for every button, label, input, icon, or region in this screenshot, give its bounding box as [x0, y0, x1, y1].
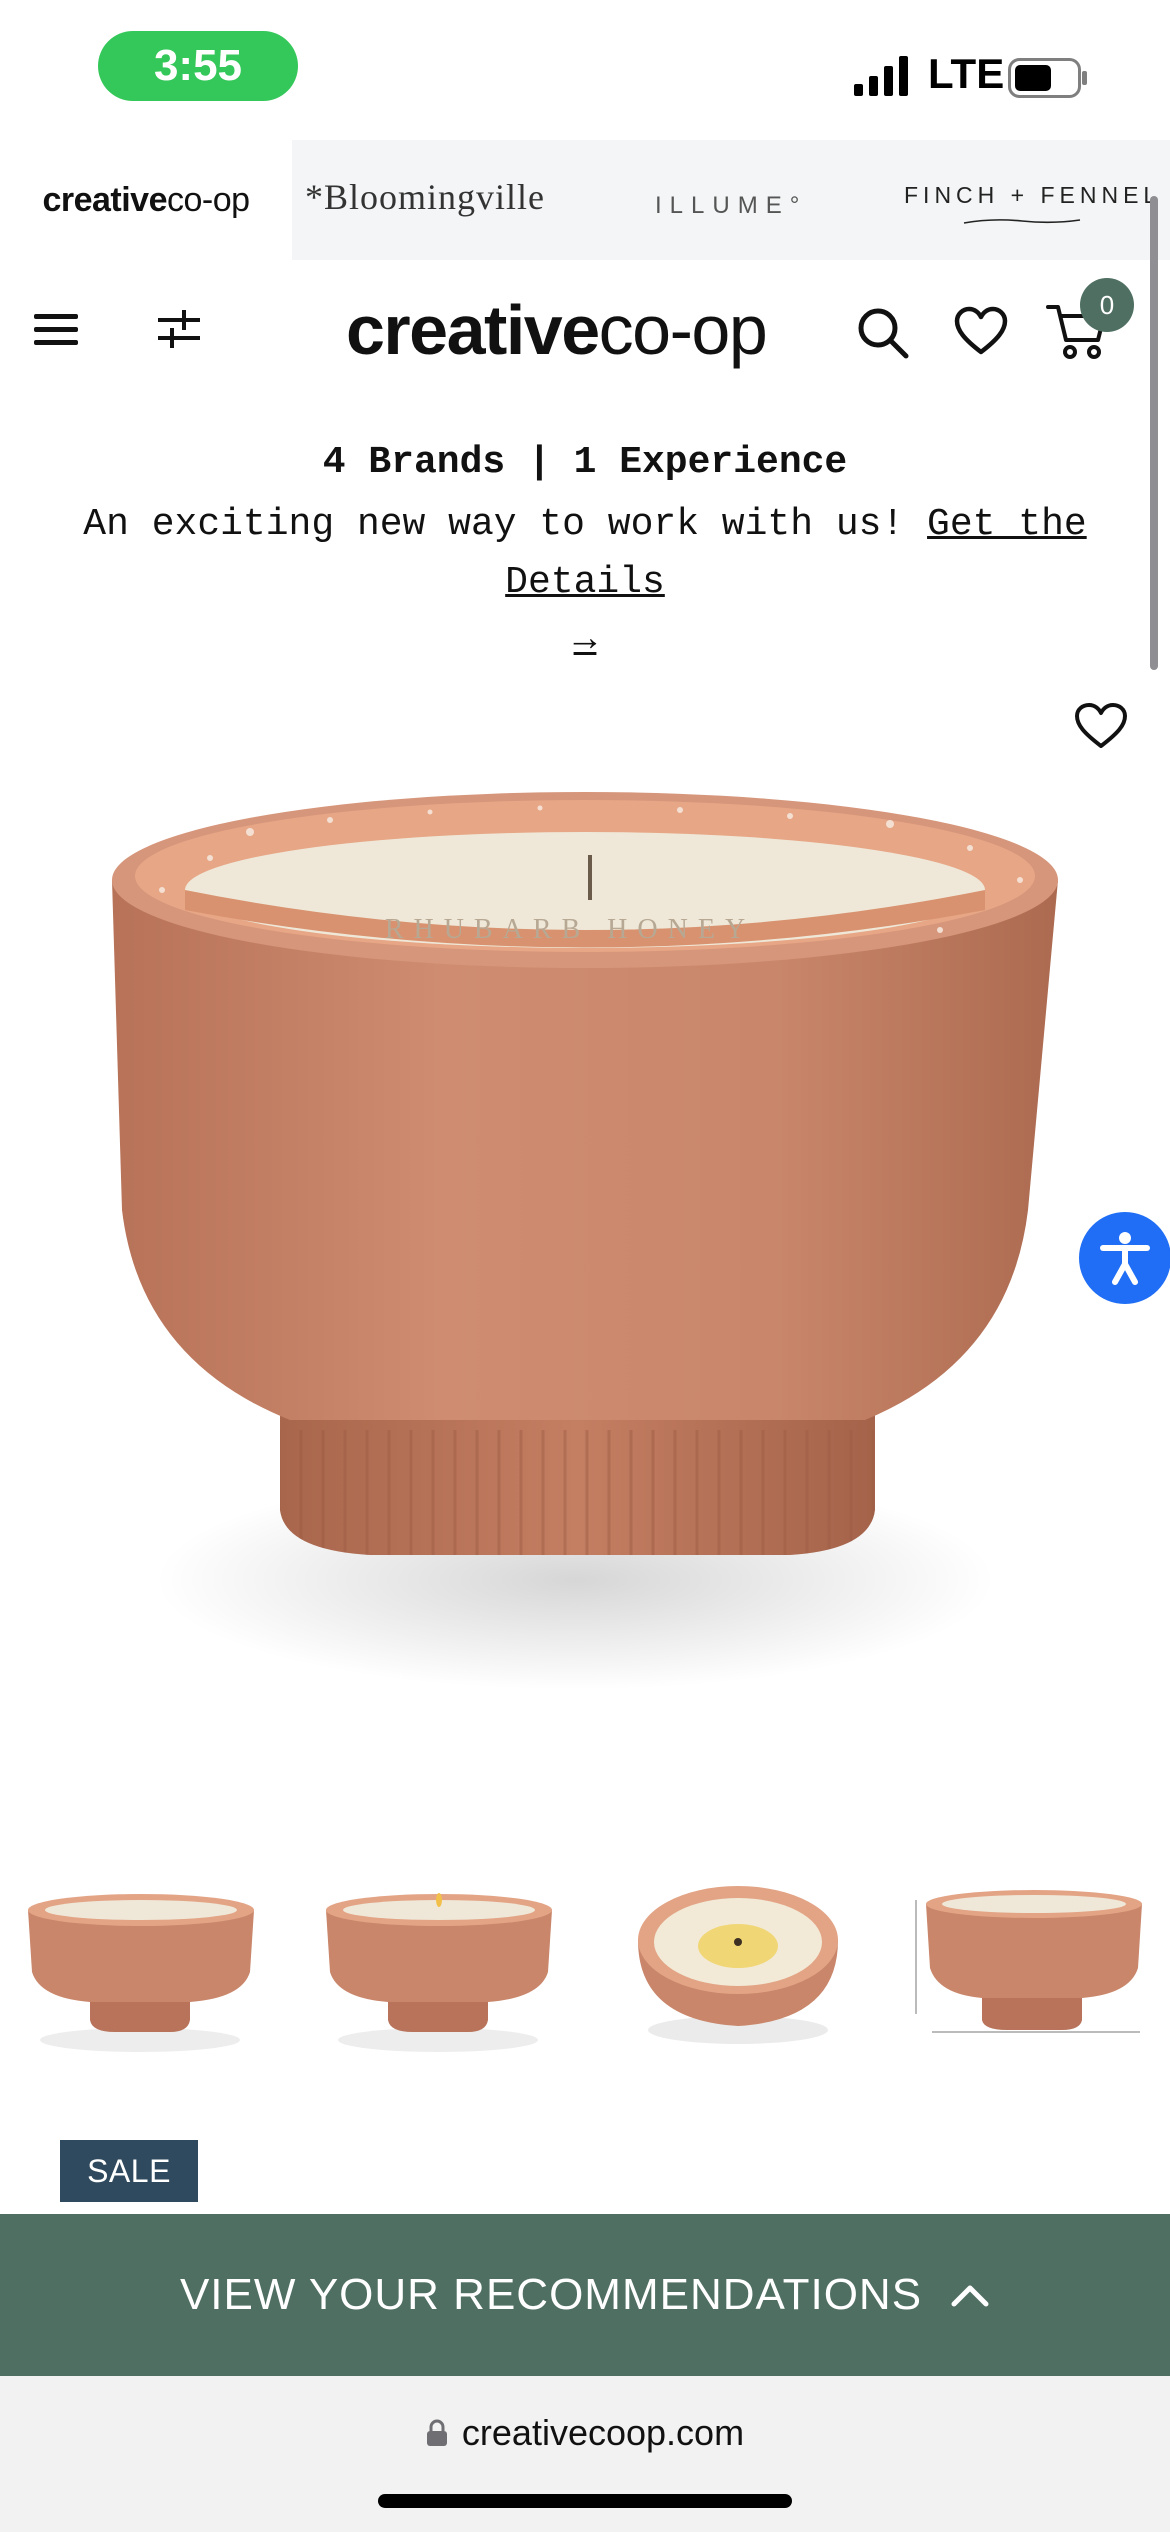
- thumbnail-1[interactable]: [20, 1880, 260, 2060]
- brand-logo-creative-coop: creativeco-op: [42, 180, 250, 219]
- recommendations-label: VIEW YOUR RECOMMENDATIONS: [179, 2270, 923, 2319]
- recommendations-button[interactable]: VIEW YOUR RECOMMENDATIONS: [0, 2214, 1170, 2376]
- thumbnail-3[interactable]: [618, 1880, 858, 2060]
- url-display[interactable]: creativecoop.com: [0, 2412, 1170, 2454]
- heart-icon[interactable]: [954, 306, 1008, 356]
- sale-badge: SALE: [60, 2140, 198, 2202]
- wishlist-heart-icon[interactable]: [1074, 702, 1128, 750]
- accessibility-button[interactable]: [1079, 1212, 1170, 1304]
- search-icon[interactable]: [856, 306, 910, 360]
- lock-icon: [426, 2419, 447, 2446]
- thumbnail-4[interactable]: [912, 1880, 1152, 2060]
- brand-tab-creative-coop[interactable]: creativeco-op: [0, 140, 292, 260]
- brand-tab-finch-fennel[interactable]: FINCH + FENNEL: [904, 182, 1161, 209]
- url-text: creativecoop.com: [461, 2412, 745, 2453]
- announcement-text: An exciting new way to work with us!: [83, 503, 928, 546]
- page: 3:55 LTE creativeco-op *Bloomingville IL…: [0, 0, 1170, 2532]
- battery-icon: [1008, 58, 1087, 98]
- finch-underline-decoration: [963, 219, 1081, 224]
- signal-icon: [854, 56, 908, 96]
- filter-icon[interactable]: [156, 306, 202, 352]
- announcement-title: 4 Brands | 1 Experience: [322, 441, 848, 484]
- site-logo[interactable]: creativeco-op: [346, 290, 768, 370]
- home-indicator[interactable]: [378, 2494, 792, 2508]
- status-time: 3:55: [98, 31, 298, 101]
- product-main-image[interactable]: RHUBARB HONEY: [70, 740, 1080, 1800]
- status-bar: 3:55 LTE: [0, 0, 1170, 140]
- announcement-message: An exciting new way to work with us! Get…: [0, 496, 1170, 612]
- site-header: creativeco-op 0: [0, 260, 1170, 400]
- cart-count-badge: 0: [1080, 278, 1134, 332]
- network-label: LTE: [928, 50, 1005, 97]
- candle-wax-label: RHUBARB HONEY: [385, 914, 755, 945]
- chevron-up-icon: [951, 2285, 989, 2307]
- brand-tab-bloomingville[interactable]: *Bloomingville: [305, 176, 545, 218]
- accessibility-icon: [1100, 1232, 1150, 1285]
- thumbnail-2[interactable]: [318, 1880, 558, 2060]
- brand-tab-illume[interactable]: ILLUME°: [655, 192, 807, 220]
- announcement-arrow[interactable]: →: [0, 612, 1170, 670]
- announcement: 4 Brands | 1 Experience An exciting new …: [0, 430, 1170, 670]
- menu-icon[interactable]: [34, 312, 78, 348]
- arrow-link[interactable]: →: [574, 619, 597, 662]
- brand-switcher: creativeco-op *Bloomingville ILLUME° FIN…: [0, 140, 1170, 260]
- browser-address-bar[interactable]: creativecoop.com: [0, 2376, 1170, 2532]
- thumbnail-strip: [0, 1880, 1170, 2060]
